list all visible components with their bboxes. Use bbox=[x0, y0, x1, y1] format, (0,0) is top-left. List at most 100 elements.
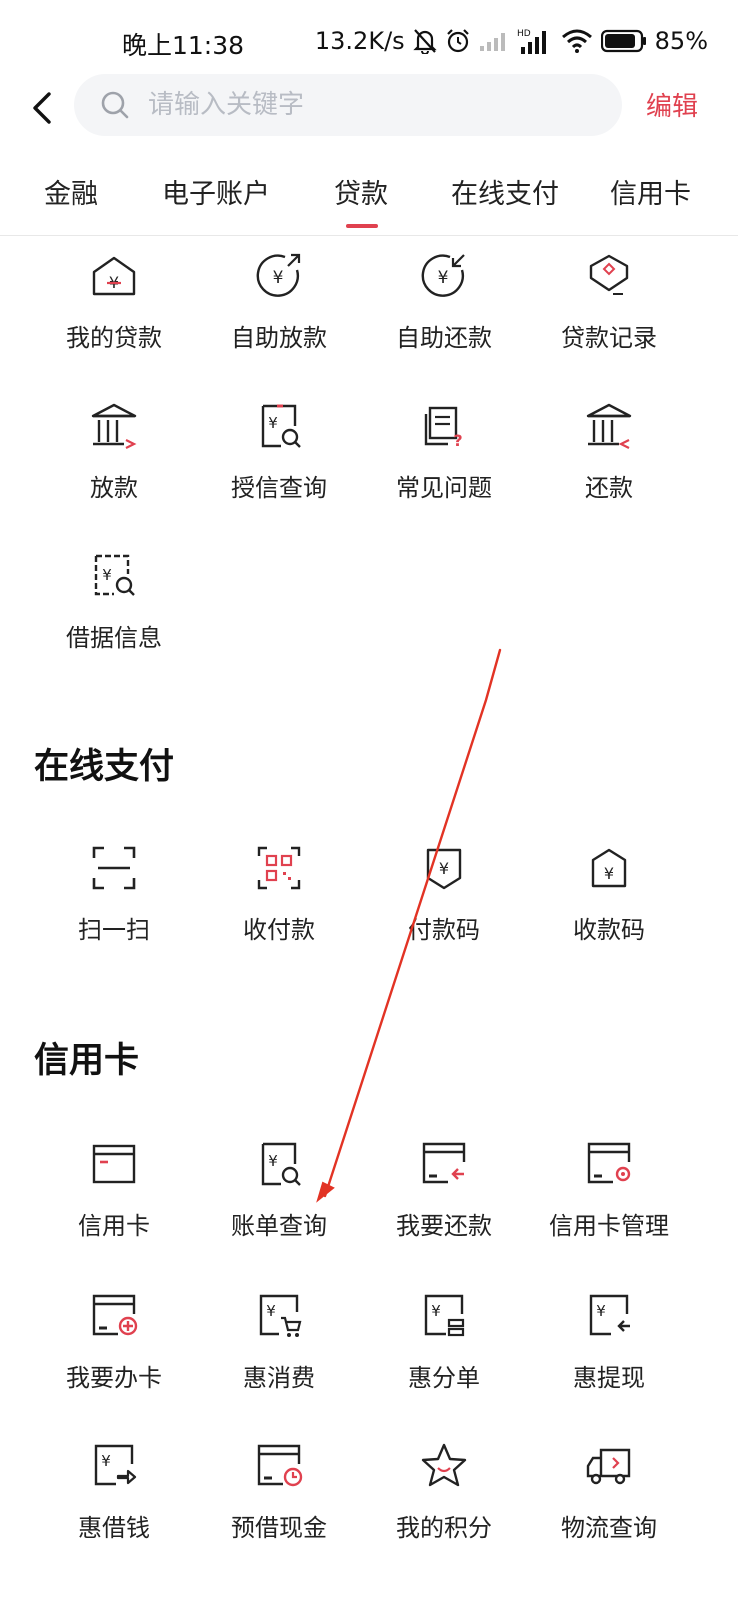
loan-item-repay[interactable]: 还款 bbox=[527, 400, 691, 520]
faq-document-icon: ? bbox=[424, 406, 463, 450]
item-label: 付款码 bbox=[408, 916, 480, 944]
svg-text:¥: ¥ bbox=[431, 1302, 441, 1320]
svg-text:¥: ¥ bbox=[438, 268, 449, 288]
star-icon bbox=[421, 1443, 467, 1487]
pay-item-pay-code[interactable]: ¥ 付款码 bbox=[362, 842, 526, 962]
item-label: 惠提现 bbox=[573, 1364, 645, 1392]
pay-item-collect-pay[interactable]: 收付款 bbox=[197, 842, 361, 962]
tab-online-pay[interactable]: 在线支付 bbox=[451, 172, 559, 211]
cc-item-hui-consume[interactable]: ¥ 惠消费 bbox=[197, 1290, 361, 1410]
cc-item-hui-installment[interactable]: ¥ 惠分单 bbox=[362, 1290, 526, 1410]
item-label: 信用卡管理 bbox=[549, 1212, 669, 1240]
item-label: 自助还款 bbox=[396, 324, 492, 352]
item-label: 常见问题 bbox=[396, 474, 492, 502]
loan-item-faq[interactable]: ? 常见问题 bbox=[362, 400, 526, 520]
pay-item-scan[interactable]: 扫一扫 bbox=[32, 842, 196, 962]
cc-item-hui-borrow[interactable]: ¥ 惠借钱 bbox=[32, 1440, 196, 1560]
back-button[interactable] bbox=[22, 84, 62, 132]
loan-item-self-disburse[interactable]: ¥ 自助放款 bbox=[197, 250, 361, 370]
item-label: 收款码 bbox=[573, 916, 645, 944]
search-icon bbox=[101, 91, 129, 119]
loan-item-credit-query[interactable]: ¥ 授信查询 bbox=[197, 400, 361, 520]
item-label: 物流查询 bbox=[561, 1514, 657, 1542]
status-indicators: 13.2K/s HD 85% bbox=[315, 24, 708, 58]
signal-hd-icon: HD bbox=[517, 29, 546, 54]
shield-record-icon bbox=[589, 254, 629, 295]
bank-out-icon bbox=[91, 403, 137, 449]
item-label: 自助放款 bbox=[231, 324, 327, 352]
loan-item-records[interactable]: 贷款记录 bbox=[527, 250, 691, 370]
battery-icon bbox=[600, 29, 646, 53]
truck-icon bbox=[586, 1448, 631, 1485]
chevron-left-icon bbox=[33, 92, 51, 124]
section-title-online-pay: 在线支付 bbox=[34, 747, 175, 787]
item-label: 我的贷款 bbox=[66, 324, 162, 352]
item-label: 授信查询 bbox=[231, 474, 327, 502]
svg-text:¥: ¥ bbox=[266, 1302, 276, 1320]
item-label: 我要办卡 bbox=[66, 1364, 162, 1392]
cc-item-logistics[interactable]: 物流查询 bbox=[527, 1440, 691, 1560]
cc-item-repay[interactable]: 我要还款 bbox=[362, 1138, 526, 1258]
svg-text:¥: ¥ bbox=[102, 566, 112, 584]
card-settings-icon bbox=[587, 1142, 631, 1184]
search-input[interactable] bbox=[148, 90, 588, 120]
cc-item-cash-advance[interactable]: 预借现金 bbox=[197, 1440, 361, 1560]
borrow-icon: ¥ bbox=[94, 1444, 137, 1486]
edit-button[interactable]: 编辑 bbox=[646, 86, 698, 123]
yuan-out-icon: ¥ bbox=[256, 253, 301, 297]
loan-item-disburse[interactable]: 放款 bbox=[32, 400, 196, 520]
cc-item-points[interactable]: 我的积分 bbox=[362, 1440, 526, 1560]
loan-item-self-repay[interactable]: ¥ 自助还款 bbox=[362, 250, 526, 370]
signal-weak-icon bbox=[479, 33, 505, 51]
svg-text:HD: HD bbox=[517, 29, 531, 39]
cc-item-bill-query[interactable]: ¥ 账单查询 bbox=[197, 1138, 361, 1258]
item-label: 惠消费 bbox=[243, 1364, 315, 1392]
tab-credit-card[interactable]: 信用卡 bbox=[610, 172, 691, 211]
credit-card-icon bbox=[92, 1144, 136, 1184]
mute-icon bbox=[413, 29, 437, 54]
pay-item-receive-code[interactable]: ¥ 收款码 bbox=[527, 842, 691, 962]
svg-text:¥: ¥ bbox=[439, 859, 449, 878]
cc-item-credit-card[interactable]: 信用卡 bbox=[32, 1138, 196, 1258]
cc-item-hui-withdraw[interactable]: ¥ 惠提现 bbox=[527, 1290, 691, 1410]
network-speed: 13.2K/s bbox=[314, 27, 405, 55]
document-search-icon: ¥ bbox=[261, 404, 301, 448]
item-label: 放款 bbox=[90, 474, 138, 502]
section-title-credit-card: 信用卡 bbox=[34, 1041, 140, 1081]
installment-icon: ¥ bbox=[424, 1294, 465, 1337]
svg-text:¥: ¥ bbox=[101, 1452, 111, 1470]
status-time: 晚上11:38 bbox=[122, 31, 245, 60]
item-label: 我要还款 bbox=[396, 1212, 492, 1240]
card-clock-icon bbox=[257, 1444, 303, 1487]
svg-text:¥: ¥ bbox=[273, 268, 284, 288]
svg-text:?: ? bbox=[453, 431, 462, 450]
shopping-cart-icon: ¥ bbox=[259, 1294, 302, 1337]
qr-code-icon bbox=[257, 846, 301, 890]
card-repay-icon bbox=[422, 1142, 466, 1184]
wifi-icon bbox=[561, 29, 592, 53]
item-label: 借据信息 bbox=[66, 624, 162, 652]
loan-item-my-loans[interactable]: ¥ 我的贷款 bbox=[32, 250, 196, 370]
tab-loans[interactable]: 贷款 bbox=[334, 172, 388, 211]
cc-item-apply-card[interactable]: 我要办卡 bbox=[32, 1290, 196, 1410]
svg-text:¥: ¥ bbox=[604, 864, 614, 883]
cc-item-manage[interactable]: 信用卡管理 bbox=[527, 1138, 691, 1258]
pay-code-icon: ¥ bbox=[426, 848, 462, 890]
tab-e-account[interactable]: 电子账户 bbox=[162, 172, 270, 211]
svg-text:¥: ¥ bbox=[268, 1152, 278, 1170]
tab-finance[interactable]: 金融 bbox=[44, 172, 98, 211]
item-label: 预借现金 bbox=[231, 1514, 327, 1542]
alarm-icon bbox=[446, 29, 469, 53]
bank-in-icon bbox=[586, 403, 632, 449]
svg-text:¥: ¥ bbox=[596, 1302, 606, 1320]
battery-level: 85% bbox=[654, 27, 708, 55]
item-label: 信用卡 bbox=[78, 1212, 150, 1240]
withdraw-icon: ¥ bbox=[589, 1294, 630, 1336]
svg-text:¥: ¥ bbox=[268, 414, 278, 432]
item-label: 收付款 bbox=[243, 916, 315, 944]
house-yuan-icon: ¥ bbox=[92, 256, 136, 296]
item-label: 惠分单 bbox=[408, 1364, 480, 1392]
receive-code-icon: ¥ bbox=[591, 848, 627, 888]
search-bar[interactable] bbox=[74, 74, 622, 136]
loan-item-iou-info[interactable]: ¥ 借据信息 bbox=[32, 550, 196, 670]
